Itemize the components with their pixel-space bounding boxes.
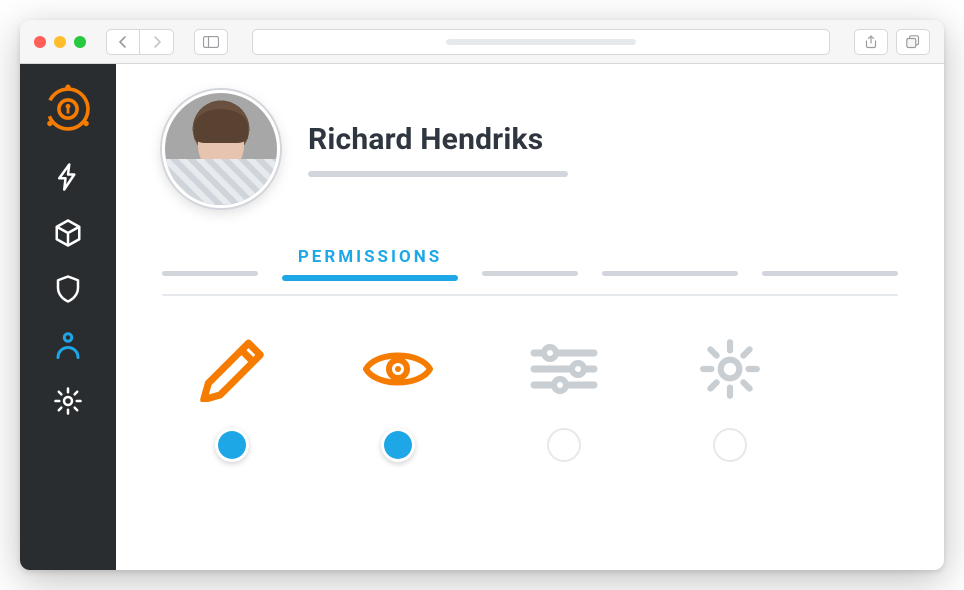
eye-icon: [360, 336, 436, 402]
address-placeholder: [446, 39, 636, 45]
sidebar-item-user[interactable]: [51, 328, 85, 362]
tabs-divider: [162, 294, 898, 296]
address-bar[interactable]: [252, 29, 830, 55]
permission-adjust: [526, 336, 602, 462]
forward-button[interactable]: [140, 29, 174, 55]
titlebar-right-buttons: [854, 29, 930, 55]
sidebar-item-lightning[interactable]: [51, 160, 85, 194]
profile-row: Richard Hendriks: [162, 90, 898, 208]
app-body: Richard Hendriks PERMISSIONS: [20, 64, 944, 570]
sidebar-item-shield[interactable]: [51, 272, 85, 306]
user-name: Richard Hendriks: [308, 122, 568, 157]
close-window-button[interactable]: [34, 36, 46, 48]
maximize-window-button[interactable]: [74, 36, 86, 48]
user-name-block: Richard Hendriks: [308, 122, 568, 177]
back-button[interactable]: [106, 29, 140, 55]
tab-placeholder-3[interactable]: [602, 271, 738, 276]
tab-placeholder-4[interactable]: [762, 271, 898, 276]
tabs-button[interactable]: [896, 29, 930, 55]
permission-view: [360, 336, 436, 462]
app-window: Richard Hendriks PERMISSIONS: [20, 20, 944, 570]
main-content: Richard Hendriks PERMISSIONS: [116, 64, 944, 570]
permission-edit-toggle[interactable]: [215, 428, 249, 462]
sliders-icon: [526, 336, 602, 402]
tabs: PERMISSIONS: [162, 242, 898, 296]
sidebar-item-settings[interactable]: [51, 384, 85, 418]
titlebar: [20, 20, 944, 64]
tab-permissions[interactable]: PERMISSIONS: [282, 247, 458, 281]
share-button[interactable]: [854, 29, 888, 55]
permission-adjust-toggle[interactable]: [547, 428, 581, 462]
pencil-icon: [194, 336, 270, 402]
user-avatar[interactable]: [162, 90, 280, 208]
sidebar: [20, 64, 116, 570]
tab-active-indicator: [282, 275, 458, 281]
permissions-row: [162, 336, 898, 462]
sidebar-toggle-button[interactable]: [194, 29, 228, 55]
window-controls: [34, 36, 86, 48]
app-logo: [39, 80, 97, 138]
tab-placeholder-2[interactable]: [482, 271, 578, 276]
minimize-window-button[interactable]: [54, 36, 66, 48]
gear-icon: [692, 336, 768, 402]
permission-settings: [692, 336, 768, 462]
user-subtitle-placeholder: [308, 171, 568, 177]
permission-edit: [194, 336, 270, 462]
permission-view-toggle[interactable]: [381, 428, 415, 462]
sidebar-item-cube[interactable]: [51, 216, 85, 250]
tab-permissions-label: PERMISSIONS: [298, 247, 442, 267]
nav-buttons: [106, 29, 174, 55]
tab-placeholder-1[interactable]: [162, 271, 258, 276]
permission-settings-toggle[interactable]: [713, 428, 747, 462]
